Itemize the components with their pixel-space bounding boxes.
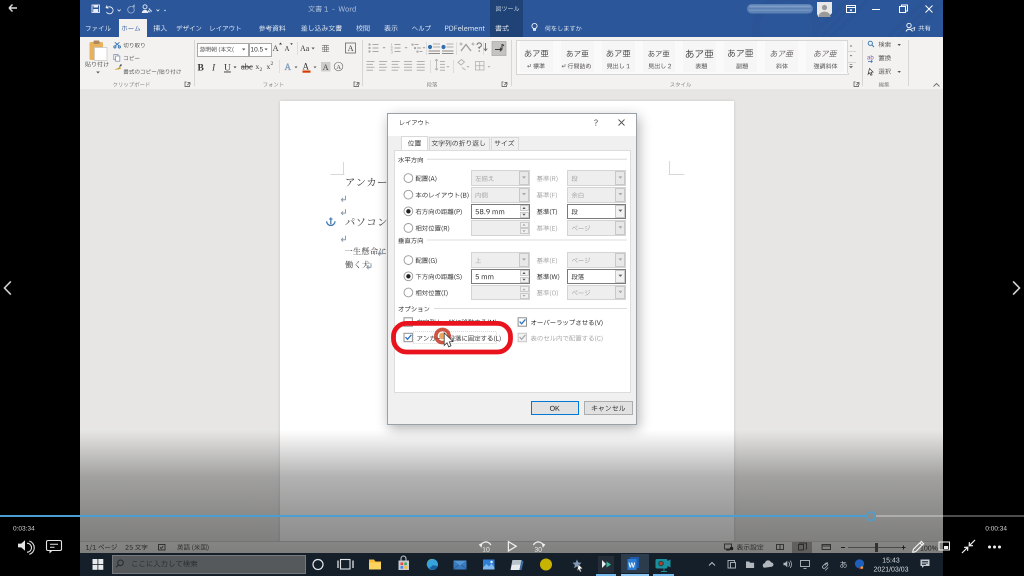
svg-text:W: W: [629, 563, 636, 570]
